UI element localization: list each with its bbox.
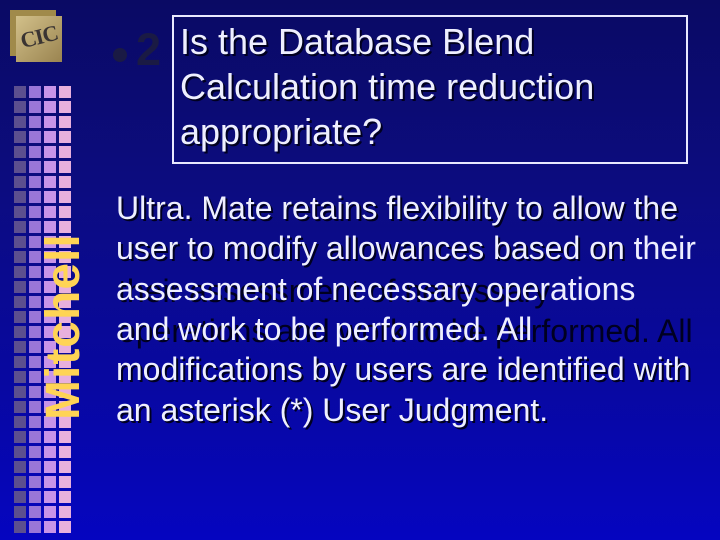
slide-title: Is the Database Blend Calculation time r… bbox=[180, 19, 680, 154]
side-title: Mitchell bbox=[36, 233, 91, 420]
bullet-icon bbox=[113, 48, 127, 62]
body-paragraph: Ultra. Mate retains flexibility to allow… bbox=[116, 188, 696, 430]
slide: CIC bbox=[0, 0, 720, 540]
cic-logo: CIC bbox=[10, 10, 64, 64]
title-box: Is the Database Blend Calculation time r… bbox=[172, 15, 688, 164]
body-text: Ultra. Mate retains flexibility to allow… bbox=[116, 188, 696, 430]
slide-number: 2 bbox=[136, 24, 161, 76]
